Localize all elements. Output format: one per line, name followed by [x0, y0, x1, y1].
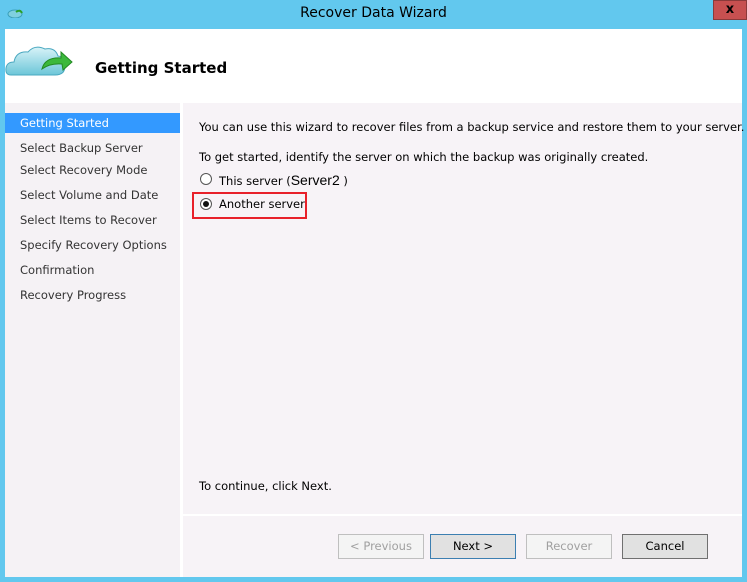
close-button[interactable]: x [713, 0, 747, 20]
recover-button[interactable]: Recover [526, 534, 612, 559]
title-bar: Recover Data Wizard x [0, 0, 747, 28]
paren-close: ) [343, 174, 348, 188]
cancel-button[interactable]: Cancel [622, 534, 708, 559]
wizard-client: Getting Started Getting Started Select B… [5, 29, 745, 577]
step-select-volume-date[interactable]: Select Volume and Date [5, 185, 180, 205]
prompt-text: To get started, identify the server on w… [199, 150, 649, 164]
step-getting-started[interactable]: Getting Started [5, 113, 180, 133]
window-title: Recover Data Wizard [300, 5, 447, 21]
this-server-text: This server ( [219, 174, 291, 188]
step-recovery-options[interactable]: Specify Recovery Options [5, 235, 180, 255]
step-confirmation[interactable]: Confirmation [5, 260, 180, 280]
step-select-recovery-mode[interactable]: Select Recovery Mode [5, 160, 180, 180]
previous-button[interactable]: < Previous [338, 534, 424, 559]
this-server-label[interactable]: This server (Server2 ) [219, 172, 348, 188]
footer-divider [183, 514, 742, 516]
cloud-recover-icon [5, 46, 73, 76]
another-server-radio[interactable] [200, 198, 212, 210]
this-server-radio[interactable] [200, 173, 212, 185]
intro-text: You can use this wizard to recover files… [199, 120, 745, 134]
step-select-items[interactable]: Select Items to Recover [5, 210, 180, 230]
server-name: Server2 [290, 172, 340, 188]
another-server-label[interactable]: Another server [219, 197, 305, 211]
wizard-content: You can use this wizard to recover files… [183, 103, 745, 577]
continue-text: To continue, click Next. [199, 479, 332, 493]
next-button[interactable]: Next > [430, 534, 516, 559]
page-title: Getting Started [95, 59, 228, 77]
wizard-header: Getting Started [5, 29, 742, 103]
step-recovery-progress[interactable]: Recovery Progress [5, 285, 180, 305]
wizard-steps: Getting Started Select Backup Server Sel… [5, 103, 180, 577]
step-select-backup-server[interactable]: Select Backup Server [5, 138, 180, 158]
